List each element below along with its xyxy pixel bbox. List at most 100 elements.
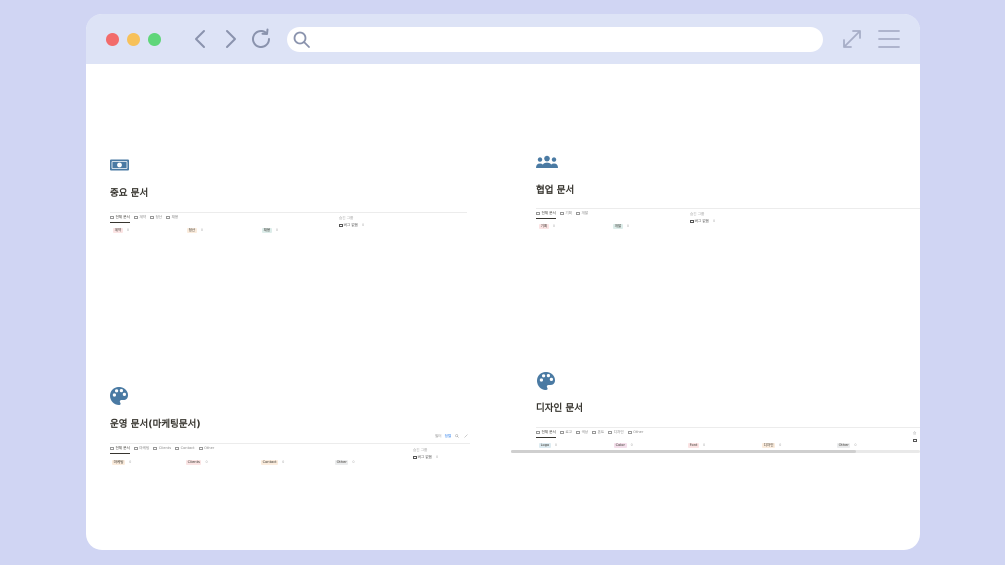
tab-hiring[interactable]: 채용: [166, 215, 178, 222]
page-icon: [413, 455, 417, 459]
group-badge: Other: [837, 443, 851, 448]
group-badge: 계약: [113, 228, 123, 233]
board-group[interactable]: Contact 0: [261, 448, 284, 467]
board-group[interactable]: 채용 0: [262, 216, 278, 235]
hidden-group-item[interactable]: 버그 없음 0: [413, 455, 438, 460]
address-bar[interactable]: [287, 27, 823, 52]
tab-marketing[interactable]: 마케팅: [133, 446, 149, 453]
group-count: 0: [630, 443, 633, 447]
section-design: 디자인 문서 전체 문서 로고 색상 폰트 디자인 Other Logo 0 Color 0 …: [511, 371, 920, 461]
menu-icon: [878, 30, 900, 48]
minimize-window-button[interactable]: [127, 33, 140, 46]
url-input[interactable]: [317, 30, 812, 49]
maximize-window-button[interactable]: [148, 33, 161, 46]
tab-dev[interactable]: 개발: [576, 211, 588, 218]
reload-icon: [252, 28, 270, 48]
board-group[interactable]: Other 0: [335, 448, 355, 467]
group-count: 0: [275, 228, 278, 232]
tab-logo[interactable]: 로고: [559, 430, 572, 437]
group-count: 0: [200, 228, 203, 232]
group-count: 0: [703, 443, 706, 447]
reload-button[interactable]: [248, 26, 274, 52]
expand-icon: [843, 30, 861, 48]
group-badge: 기획: [539, 224, 549, 229]
board-group[interactable]: 디자인 0: [762, 431, 781, 450]
hidden-groups: 숨긴 그룹 버그 없음 0: [690, 212, 715, 224]
table-icon: [559, 211, 564, 215]
hidden-groups-label: 숨긴 그룹: [413, 448, 428, 452]
search-icon[interactable]: [455, 434, 460, 438]
board-group[interactable]: Font 0: [688, 431, 705, 450]
expand-icon[interactable]: [463, 434, 468, 438]
board-group[interactable]: Logo 0: [539, 431, 557, 450]
tab-planning[interactable]: 기획: [559, 211, 572, 218]
divider: [536, 427, 920, 428]
divider: [110, 212, 467, 213]
group-badge: Color: [614, 443, 627, 448]
hidden-group-item[interactable]: 버그 없음 0: [690, 219, 715, 224]
menu-button[interactable]: [877, 28, 901, 50]
table-icon: [175, 446, 180, 450]
section-ops: 운영 문서(마케팅문서) 전체 문서 마케팅 Clients Contact Other…: [109, 386, 474, 471]
group-count: 0: [361, 223, 365, 227]
tab-settlement[interactable]: 정산: [150, 215, 162, 222]
filter-button[interactable]: 필터: [435, 434, 442, 438]
page-icon: [690, 219, 694, 223]
people-icon: [536, 155, 558, 168]
page-icon: [913, 438, 917, 442]
group-badge: Other: [335, 460, 349, 465]
tab-contract[interactable]: 계약: [133, 215, 146, 222]
close-window-button[interactable]: [106, 33, 119, 46]
board-group[interactable]: 기획 0: [539, 212, 555, 231]
section-title: 협업 문서: [536, 185, 575, 196]
palette-icon: [110, 387, 128, 405]
board-group[interactable]: 마케팅 0: [112, 448, 131, 467]
group-count: 0: [352, 460, 355, 464]
forward-button[interactable]: [217, 26, 243, 52]
group-count: 0: [129, 460, 132, 464]
board-group[interactable]: Color 0: [614, 431, 633, 450]
board-group[interactable]: Clients 0: [186, 448, 208, 467]
section-collab: 협업 문서 전체 문서 기획 개발 기획 0 개발 0 숨긴 그룹 버그 없음 0: [535, 155, 920, 235]
group-badge: Contact: [261, 460, 279, 465]
board-group[interactable]: 정산 0: [187, 216, 203, 235]
horizontal-scrollbar[interactable]: [511, 450, 920, 453]
group-count: 0: [626, 224, 629, 228]
group-badge: Clients: [186, 460, 202, 465]
money-icon: [110, 159, 129, 171]
hidden-group-item[interactable]: 버그 없음 0: [339, 223, 364, 228]
back-button[interactable]: [188, 26, 214, 52]
group-count: 0: [779, 443, 782, 447]
view-toolbar: 필터 정렬: [432, 434, 468, 439]
hidden-group-item[interactable]: [913, 438, 918, 443]
table-icon: [608, 430, 613, 434]
hidden-groups-label: 숨: [913, 431, 917, 435]
hidden-groups: 숨긴 그룹 버그 없음 0: [339, 216, 364, 228]
board-group[interactable]: 개발 0: [613, 212, 629, 231]
group-badge: 채용: [262, 228, 272, 233]
divider: [536, 208, 920, 209]
tab-clients[interactable]: Clients: [153, 446, 171, 453]
expand-button[interactable]: [840, 27, 864, 51]
page-content: 중요 문서 전체 문서 계약 정산 채용 계약 0 정산 0 채용 0 숨긴 그룹 버그 없…: [86, 64, 920, 550]
scrollbar-thumb[interactable]: [511, 450, 856, 453]
table-icon: [133, 215, 138, 219]
table-icon: [166, 215, 171, 219]
board-group[interactable]: 계약 0: [113, 216, 129, 235]
table-icon: [559, 430, 564, 434]
group-count: 0: [282, 460, 285, 464]
group-count: 0: [435, 455, 439, 459]
section-title: 중요 문서: [110, 188, 149, 199]
tab-color[interactable]: 색상: [576, 430, 588, 437]
board-group[interactable]: Other 0: [837, 431, 857, 450]
table-icon: [576, 430, 580, 434]
tab-font[interactable]: 폰트: [592, 430, 604, 437]
table-icon: [133, 446, 138, 450]
browser-titlebar: [86, 14, 920, 64]
section-important: 중요 문서 전체 문서 계약 정산 채용 계약 0 정산 0 채용 0 숨긴 그룹 버그 없…: [109, 158, 469, 238]
group-count: 0: [712, 219, 716, 223]
hidden-groups: 숨긴 그룹 버그 없음 0: [413, 448, 438, 460]
section-title: 운영 문서(마케팅문서): [110, 419, 201, 430]
table-icon: [592, 430, 597, 434]
sort-button[interactable]: 정렬: [445, 434, 452, 438]
